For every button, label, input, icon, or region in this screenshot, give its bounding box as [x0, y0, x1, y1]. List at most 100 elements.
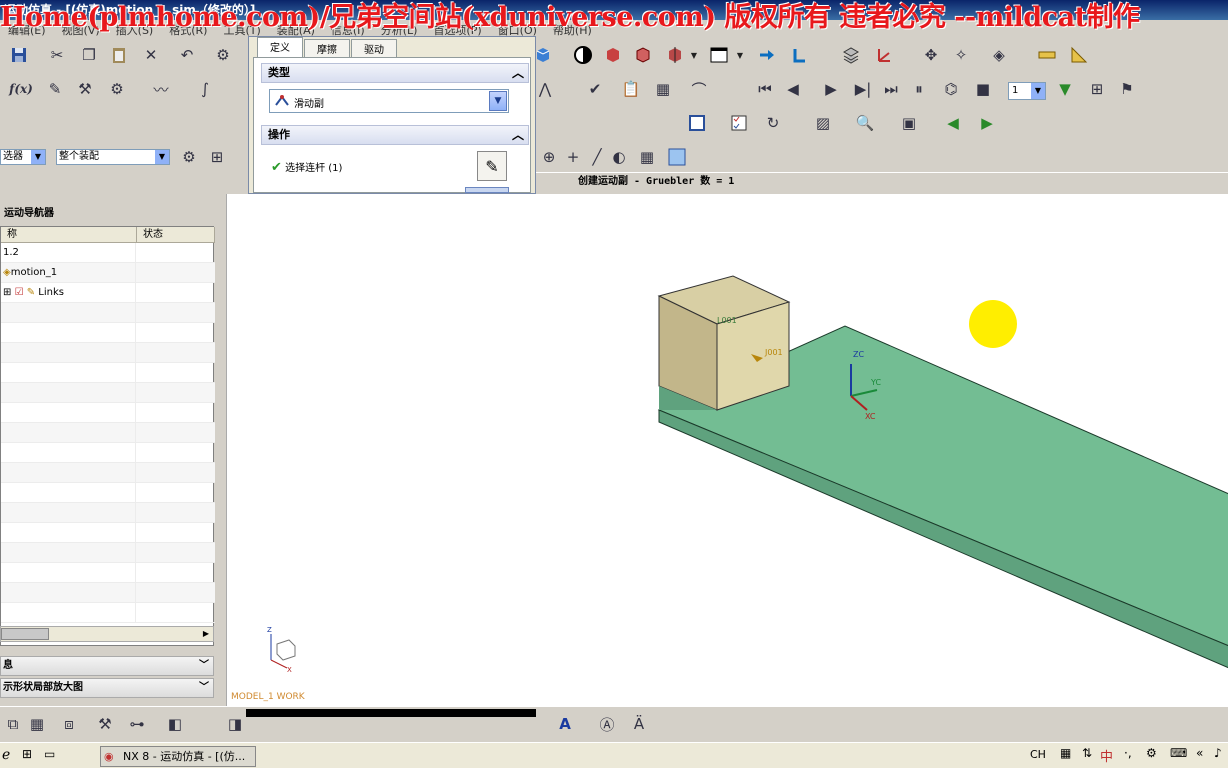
text-format-icon[interactable]: Ä — [626, 711, 652, 737]
ime-switch-icon[interactable]: ⇅ — [1082, 746, 1092, 760]
table-row[interactable] — [1, 543, 215, 563]
magnify-icon[interactable]: 🔍 — [852, 110, 878, 136]
operation-section-header[interactable]: 操作 ︿ — [261, 125, 529, 145]
target-icon[interactable]: ◈ — [986, 42, 1012, 68]
chevron-down-icon[interactable]: ﹀ — [199, 657, 209, 675]
scope-select[interactable]: 整个装配 ▼ — [56, 149, 170, 165]
paste-icon[interactable] — [106, 42, 132, 68]
visibility-checkbox[interactable]: ☑ — [15, 287, 24, 298]
chevron-down-icon[interactable]: ▼ — [690, 42, 698, 68]
ime-mode[interactable]: 中 — [1100, 746, 1113, 765]
table-row[interactable] — [1, 423, 215, 443]
column-header-status[interactable]: 状态 — [137, 227, 215, 243]
cube-blue-icon[interactable]: ◨ — [222, 711, 248, 737]
chevron-down-icon[interactable]: ▼ — [155, 150, 169, 164]
taskbar-item-nx8[interactable]: ◉ NX 8 - 运动仿真 - [(仿... — [100, 746, 256, 767]
select-link-row[interactable]: ✔ 选择连杆 (1) — [271, 159, 342, 175]
table-row[interactable] — [1, 363, 215, 383]
scrollbar-thumb[interactable] — [1, 628, 49, 640]
ruler-icon[interactable] — [1034, 42, 1060, 68]
zoom-panel-header[interactable]: 示形状局部放大图 ﹀ — [0, 678, 214, 698]
type-filter-select[interactable]: 选器 ▼ — [0, 149, 46, 165]
gear-icon[interactable]: ⚙ — [104, 76, 130, 102]
table-row[interactable] — [1, 603, 215, 623]
ime-settings-icon[interactable]: ⚙ — [1146, 746, 1157, 760]
chevron-down-icon[interactable]: ▼ — [736, 42, 744, 68]
step-forward-icon[interactable]: ▶| — [850, 76, 876, 102]
play-icon[interactable]: ▶ — [818, 76, 844, 102]
triangle-ruler-icon[interactable] — [1066, 42, 1092, 68]
cut-icon[interactable]: ✂ — [44, 42, 70, 68]
table-row[interactable]: ⊞ ☑ ✎ Links — [1, 283, 215, 303]
column-header-name[interactable]: 称 — [1, 227, 137, 243]
stop-icon[interactable]: ■ — [970, 76, 996, 102]
table-row[interactable] — [1, 343, 215, 363]
trace-icon[interactable]: ⌒ — [686, 76, 712, 102]
wand-icon[interactable]: ✧ — [948, 42, 974, 68]
tab-friction[interactable]: 摩擦 — [304, 39, 350, 57]
joint-icon[interactable]: ⚒ — [72, 76, 98, 102]
joint-type-select[interactable]: 滑动副 ▼ — [269, 89, 509, 113]
rotate-icon[interactable]: ↻ — [760, 110, 786, 136]
checklist-icon[interactable] — [726, 110, 752, 136]
spring-icon[interactable]: 〰 — [148, 76, 174, 102]
arrow-right-green-icon[interactable]: ▶ — [974, 110, 1000, 136]
text-search-icon[interactable]: Ⓐ — [594, 711, 620, 737]
crosshair-icon[interactable]: + — [560, 144, 586, 170]
frame-count-input[interactable]: 1 ▼ — [1008, 82, 1046, 100]
function-icon[interactable]: f(x) — [8, 76, 34, 102]
tab-definition[interactable]: 定义 — [257, 37, 303, 57]
table-row[interactable] — [1, 383, 215, 403]
soft-keyboard-icon[interactable]: ⌨ — [1170, 746, 1187, 760]
info-panel-header[interactable]: 息 ﹀ — [0, 656, 214, 676]
table-row[interactable] — [1, 323, 215, 343]
undo-icon[interactable]: ↶ — [174, 42, 200, 68]
check-solver-icon[interactable]: ✔ — [582, 76, 608, 102]
input-method-icon[interactable]: ▦ — [1060, 746, 1071, 760]
table-row[interactable]: 1.2 — [1, 243, 215, 263]
table-row[interactable] — [1, 563, 215, 583]
shading-icon[interactable] — [570, 42, 596, 68]
table-row[interactable] — [1, 403, 215, 423]
text-style-icon[interactable]: A — [552, 711, 578, 737]
body-select-icon[interactable] — [664, 144, 690, 170]
clipboard-icon[interactable]: 📋 — [618, 76, 644, 102]
graphics-viewport[interactable]: L001 J001 ZC YC XC Z X MODEL_1 WORK — [226, 194, 1228, 706]
point-snap-icon[interactable]: ⊕ — [536, 144, 562, 170]
layers-icon[interactable] — [838, 42, 864, 68]
table-row[interactable] — [1, 463, 215, 483]
tools-icon[interactable]: ⚙ — [210, 42, 236, 68]
part-icon[interactable]: ⚒ — [92, 711, 118, 737]
copy-icon[interactable]: ❐ — [76, 42, 102, 68]
table-row[interactable] — [1, 443, 215, 463]
plus-frame-icon[interactable]: ⊞ — [1084, 76, 1110, 102]
snapshot-icon[interactable]: ⌬ — [938, 76, 964, 102]
chevron-down-icon[interactable]: ▼ — [489, 91, 507, 111]
volume-icon[interactable]: ♪ — [1214, 746, 1222, 760]
table-row[interactable] — [1, 483, 215, 503]
box-red-icon[interactable] — [600, 42, 626, 68]
components-icon[interactable]: ▦ — [24, 711, 50, 737]
blank-window-icon[interactable] — [684, 110, 710, 136]
curve-icon[interactable]: ∫ — [192, 76, 218, 102]
chevron-up-icon[interactable]: ︿ — [512, 64, 524, 82]
snap-icon[interactable]: ✥ — [918, 42, 944, 68]
pause-icon[interactable]: ⏸ — [906, 76, 932, 102]
arc-icon[interactable]: ◐ — [606, 144, 632, 170]
chevron-down-icon[interactable]: ▼ — [31, 150, 45, 164]
fit-view-icon[interactable]: ▣ — [896, 110, 922, 136]
table-row[interactable] — [1, 303, 215, 323]
select-link-button[interactable]: ✎ — [477, 151, 507, 181]
fast-forward-icon[interactable]: ⏭ — [878, 76, 904, 102]
step-back-icon[interactable]: ◀ — [780, 76, 806, 102]
grid-icon[interactable]: ▦ — [634, 144, 660, 170]
link-pencil-icon[interactable]: ✎ — [42, 76, 68, 102]
assembly-icon[interactable]: ⧉ — [0, 711, 26, 737]
table-row[interactable] — [1, 523, 215, 543]
chevron-up-icon[interactable]: ︿ — [512, 126, 524, 144]
language-indicator[interactable]: CH — [1030, 748, 1046, 761]
table-row[interactable] — [1, 583, 215, 603]
cube-orange-icon[interactable]: ◧ — [162, 711, 188, 737]
arrow-down-green-icon[interactable]: ▼ — [1052, 76, 1078, 102]
box-section-icon[interactable] — [662, 42, 688, 68]
